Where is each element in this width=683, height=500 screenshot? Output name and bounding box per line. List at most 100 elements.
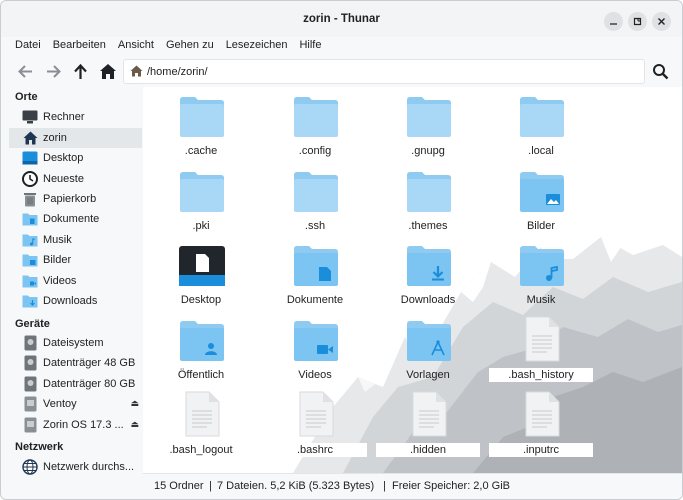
sidebar-label: Zorin OS 17.3 ... xyxy=(43,419,124,431)
file-item[interactable]: .hidden xyxy=(376,388,480,460)
folder-item[interactable]: .cache xyxy=(149,89,253,161)
sidebar-item-ventoy[interactable]: Ventoy ⏏ xyxy=(9,394,142,414)
folder-item[interactable]: .pki xyxy=(149,164,253,236)
close-icon xyxy=(658,18,665,25)
minimize-button[interactable] xyxy=(604,12,623,31)
folder-item[interactable]: Videos xyxy=(263,313,367,385)
folder-item[interactable]: .themes xyxy=(376,164,480,236)
eject-icon[interactable]: ⏏ xyxy=(130,419,139,430)
folder-item[interactable]: Desktop xyxy=(149,238,253,310)
folder-item[interactable]: Öffentlich xyxy=(149,313,253,385)
folder-item[interactable]: Bilder xyxy=(489,164,593,236)
menu-datei[interactable]: Datei xyxy=(15,37,41,55)
folder-item[interactable]: .local xyxy=(489,89,593,161)
folder-item[interactable]: .ssh xyxy=(263,164,367,236)
home-button[interactable] xyxy=(96,59,120,83)
folder-music-icon xyxy=(519,245,565,287)
file-view[interactable]: .cache .config .gnupg .local .pki .ssh .themes… xyxy=(143,87,682,473)
sidebar-label: Videos xyxy=(43,275,77,287)
file-name: .local xyxy=(528,145,554,157)
maximize-button[interactable] xyxy=(628,12,647,31)
sidebar-label: Neueste xyxy=(43,173,84,185)
file-name: .inputrc xyxy=(489,443,593,457)
folder-item[interactable]: .gnupg xyxy=(376,89,480,161)
menu-ansicht[interactable]: Ansicht xyxy=(118,37,154,55)
sidebar-label: Dokumente xyxy=(43,213,100,225)
folder-item[interactable]: Downloads xyxy=(376,238,480,310)
arrow-up-icon xyxy=(73,63,87,79)
folder-item[interactable]: Vorlagen xyxy=(376,313,480,385)
desktop-icon xyxy=(22,150,38,166)
file-name: Musik xyxy=(526,294,556,306)
sidebar-item-dokumente[interactable]: Dokumente xyxy=(9,209,142,229)
sidebar-item-neueste[interactable]: Neueste xyxy=(9,169,142,189)
sidebar-item-bilder[interactable]: Bilder xyxy=(9,250,142,270)
folder-videos-icon xyxy=(22,273,38,289)
sidebar-item-zorin[interactable]: zorin xyxy=(9,128,142,148)
sidebar-item-zorin-os[interactable]: Zorin OS 17.3 ... ⏏ xyxy=(9,415,142,435)
sidebar-label: Musik xyxy=(43,234,72,246)
file-name: .bash_logout xyxy=(149,443,253,457)
file-name: .config xyxy=(298,145,332,157)
file-item[interactable]: .bashrc xyxy=(263,388,367,460)
file-name: .bash_history xyxy=(489,368,593,382)
folder-pictures-icon xyxy=(22,252,38,268)
menu-gehen-zu[interactable]: Gehen zu xyxy=(166,37,214,55)
home-folder-icon xyxy=(130,65,143,80)
toolbar: /home/zorin/ xyxy=(1,58,682,86)
file-name: Öffentlich xyxy=(177,369,225,381)
sidebar-label: Dateisystem xyxy=(43,337,104,349)
status-files: 7 Dateien. 5,2 KiB (5.323 Bytes) xyxy=(217,480,375,492)
folder-icon xyxy=(179,96,225,138)
close-button[interactable] xyxy=(652,12,671,31)
file-name: Dokumente xyxy=(286,294,344,306)
sidebar-item-datentraeger-48[interactable]: Datenträger 48 GB xyxy=(9,353,142,373)
folder-document-icon xyxy=(293,245,339,287)
up-button[interactable] xyxy=(68,59,92,83)
file-name: Downloads xyxy=(400,294,456,306)
file-item[interactable]: .inputrc xyxy=(489,388,593,460)
drive-icon xyxy=(22,335,38,351)
file-name: .bashrc xyxy=(263,443,367,457)
home-icon xyxy=(22,130,38,146)
back-button[interactable] xyxy=(13,59,37,83)
sidebar-label: zorin xyxy=(43,132,67,144)
folder-icon xyxy=(293,171,339,213)
sidebar-label: Datenträger 48 GB xyxy=(43,357,136,369)
folder-download-icon xyxy=(406,245,452,287)
file-item[interactable]: .bash_logout xyxy=(149,388,253,460)
trash-icon xyxy=(22,191,38,207)
file-item[interactable]: .bash_history xyxy=(489,313,593,385)
eject-icon[interactable]: ⏏ xyxy=(130,398,139,409)
sidebar-item-datentraeger-80[interactable]: Datenträger 80 GB xyxy=(9,374,142,394)
text-file-icon xyxy=(293,391,339,437)
sidebar-item-papierkorb[interactable]: Papierkorb xyxy=(9,189,142,209)
sidebar-item-downloads[interactable]: Downloads xyxy=(9,291,142,311)
sidebar-item-rechner[interactable]: Rechner xyxy=(9,107,142,127)
drive-icon xyxy=(22,355,38,371)
status-free-space: Freier Speicher: 2,0 GiB xyxy=(392,480,510,492)
menu-bearbeiten[interactable]: Bearbeiten xyxy=(53,37,106,55)
folder-item[interactable]: Musik xyxy=(489,238,593,310)
menu-lesezeichen[interactable]: Lesezeichen xyxy=(226,37,288,55)
menu-hilfe[interactable]: Hilfe xyxy=(299,37,321,55)
forward-button[interactable] xyxy=(41,59,65,83)
sidebar-item-desktop[interactable]: Desktop xyxy=(9,148,142,168)
file-name: .pki xyxy=(192,220,210,232)
folder-item[interactable]: Dokumente xyxy=(263,238,367,310)
location-bar[interactable]: /home/zorin/ xyxy=(123,59,645,84)
folder-icon xyxy=(293,96,339,138)
text-file-icon xyxy=(179,391,225,437)
sidebar-item-videos[interactable]: Videos xyxy=(9,271,142,291)
file-name: Videos xyxy=(298,369,332,381)
sidebar-item-musik[interactable]: Musik xyxy=(9,230,142,250)
file-name: .cache xyxy=(184,145,218,157)
status-bar: 15 Ordner | 7 Dateien. 5,2 KiB (5.323 By… xyxy=(143,473,682,499)
folder-downloads-icon xyxy=(22,293,38,309)
sidebar-label: Papierkorb xyxy=(43,193,97,205)
sidebar-item-netzwerk[interactable]: Netzwerk durchs... xyxy=(9,457,142,477)
maximize-icon xyxy=(633,17,642,26)
sidebar-item-dateisystem[interactable]: Dateisystem xyxy=(9,333,142,353)
folder-item[interactable]: .config xyxy=(263,89,367,161)
search-button[interactable] xyxy=(648,59,672,83)
